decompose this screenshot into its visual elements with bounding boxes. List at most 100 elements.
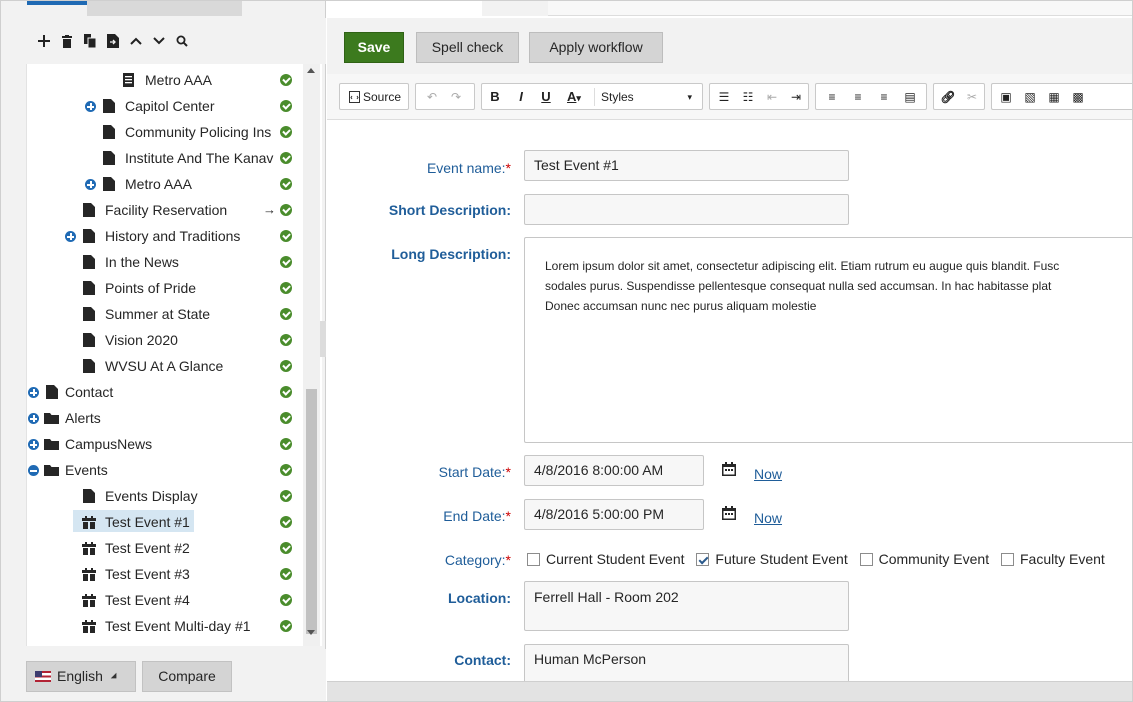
- tab-other[interactable]: [87, 1, 242, 16]
- tree-node-label: Test Event #3: [105, 566, 190, 582]
- tree-node[interactable]: Events Display: [27, 485, 304, 507]
- italic-button[interactable]: I: [512, 88, 530, 106]
- image-icon[interactable]: ▧: [1020, 88, 1040, 106]
- event-name-input[interactable]: Test Event #1: [524, 150, 849, 181]
- tree-node[interactable]: Test Event #2: [27, 537, 304, 559]
- tree-node[interactable]: WVSU At A Glance: [27, 355, 304, 377]
- panel-splitter[interactable]: [320, 321, 326, 357]
- tab-content-tree[interactable]: [27, 1, 87, 5]
- outdent-icon[interactable]: ⇤: [762, 88, 782, 106]
- tree-node[interactable]: Test Event #4: [27, 589, 304, 611]
- search-icon[interactable]: [171, 29, 192, 53]
- tree-node[interactable]: Alerts: [27, 407, 304, 429]
- checkbox-current-student[interactable]: [527, 553, 540, 566]
- justify-icon[interactable]: ▤: [900, 88, 920, 106]
- table-icon[interactable]: ▦: [1044, 88, 1064, 106]
- start-date-input[interactable]: 4/8/2016 8:00:00 AM: [524, 455, 704, 486]
- scroll-up-icon[interactable]: [307, 68, 315, 73]
- checkbox-faculty[interactable]: [1001, 553, 1014, 566]
- save-button[interactable]: Save: [344, 32, 404, 63]
- tree-node[interactable]: Metro AAA: [27, 173, 304, 195]
- align-right-icon[interactable]: ≡: [874, 88, 894, 106]
- tree-node[interactable]: Institute And The Kanav: [27, 147, 304, 169]
- trash-icon[interactable]: [56, 29, 77, 53]
- plus-icon[interactable]: [33, 29, 54, 53]
- styles-dropdown[interactable]: Styles ▾: [594, 88, 696, 106]
- tree-node[interactable]: CampusNews: [27, 433, 304, 455]
- end-date-now-link[interactable]: Now: [754, 510, 782, 526]
- category-label-text: Category:: [444, 552, 506, 568]
- widget-icon[interactable]: ▩: [1068, 88, 1088, 106]
- expand-icon[interactable]: [85, 179, 96, 190]
- spell-check-button[interactable]: Spell check: [416, 32, 519, 63]
- tree-node[interactable]: Points of Pride: [27, 277, 304, 299]
- checkbox-community[interactable]: [859, 553, 873, 566]
- published-status-icon: [280, 230, 292, 242]
- compare-button[interactable]: Compare: [142, 661, 232, 692]
- chevron-up-icon[interactable]: [125, 29, 146, 53]
- tree-node[interactable]: In the News: [27, 251, 304, 273]
- bullet-list-icon[interactable]: ☷: [738, 88, 758, 106]
- numbered-list-icon[interactable]: ☰: [714, 88, 734, 106]
- language-selector[interactable]: English: [26, 661, 136, 692]
- link-icon[interactable]: 🔗︎: [938, 88, 958, 106]
- scrollbar-thumb[interactable]: [306, 389, 317, 634]
- checkbox-future-student[interactable]: [696, 553, 710, 566]
- short-description-input[interactable]: [524, 194, 849, 225]
- tree-node[interactable]: History and Traditions: [27, 225, 304, 247]
- copy-icon[interactable]: [79, 29, 100, 53]
- editor-tab[interactable]: [482, 1, 548, 16]
- insert-group: ▣ ▧ ▦ ▩: [991, 83, 1132, 110]
- undo-icon[interactable]: ↶: [422, 88, 442, 106]
- long-description-editor[interactable]: Lorem ipsum dolor sit amet, consectetur …: [524, 237, 1132, 443]
- category-option[interactable]: Current Student Event: [527, 551, 685, 567]
- category-option[interactable]: Future Student Event: [696, 551, 848, 567]
- scroll-down-icon[interactable]: [307, 630, 315, 635]
- location-input[interactable]: Ferrell Hall - Room 202: [524, 581, 849, 631]
- calendar-icon: [82, 620, 96, 633]
- redo-icon[interactable]: ↷: [446, 88, 466, 106]
- expand-icon[interactable]: [28, 387, 39, 398]
- published-status-icon: [280, 490, 292, 502]
- tree-node[interactable]: Contact: [27, 381, 304, 403]
- media-icon[interactable]: ▣: [996, 88, 1016, 106]
- collapse-icon[interactable]: [28, 465, 39, 476]
- expand-icon[interactable]: [28, 439, 39, 450]
- align-left-icon[interactable]: ≡: [822, 88, 842, 106]
- apply-workflow-button[interactable]: Apply workflow: [529, 32, 663, 63]
- dropdown-caret-icon: ▾: [687, 92, 692, 102]
- tree-node[interactable]: Summer at State: [27, 303, 304, 325]
- move-icon[interactable]: [102, 29, 123, 53]
- indent-icon[interactable]: ⇥: [786, 88, 806, 106]
- source-button[interactable]: Source: [344, 88, 406, 106]
- expand-icon[interactable]: [28, 413, 39, 424]
- end-date-input[interactable]: 4/8/2016 5:00:00 PM: [524, 499, 704, 530]
- category-option[interactable]: Faculty Event: [1001, 551, 1105, 567]
- tree-node[interactable]: Metro AAA: [27, 69, 304, 91]
- bold-button[interactable]: B: [486, 88, 504, 106]
- tree-node[interactable]: Test Event Multi-day #1: [27, 615, 304, 637]
- calendar-icon[interactable]: [722, 506, 736, 520]
- chevron-down-icon[interactable]: [148, 29, 169, 53]
- tree-node[interactable]: Events: [27, 459, 304, 481]
- unlink-icon[interactable]: ✂: [962, 88, 982, 106]
- tree-node[interactable]: Community Policing Ins: [27, 121, 304, 143]
- start-date-now-link[interactable]: Now: [754, 466, 782, 482]
- calendar-icon[interactable]: [722, 462, 736, 476]
- underline-button[interactable]: U: [537, 88, 555, 106]
- long-description-label: Long Description:: [391, 246, 511, 262]
- category-option[interactable]: Community Event: [859, 551, 989, 567]
- page-icon: [83, 203, 95, 217]
- tree-node[interactable]: Test Event #3: [27, 563, 304, 585]
- font-color-button[interactable]: A▾: [560, 88, 588, 106]
- tree-node[interactable]: Capitol Center: [27, 95, 304, 117]
- tree-scrollbar[interactable]: [303, 64, 320, 646]
- contact-input[interactable]: Human McPerson: [524, 644, 849, 681]
- align-center-icon[interactable]: ≡: [848, 88, 868, 106]
- expand-icon[interactable]: [85, 101, 96, 112]
- tree-node-selected[interactable]: Test Event #1: [27, 511, 304, 533]
- required-marker: *: [505, 464, 511, 480]
- tree-node[interactable]: Facility Reservation →: [27, 199, 304, 221]
- tree-node[interactable]: Vision 2020: [27, 329, 304, 351]
- expand-icon[interactable]: [65, 231, 76, 242]
